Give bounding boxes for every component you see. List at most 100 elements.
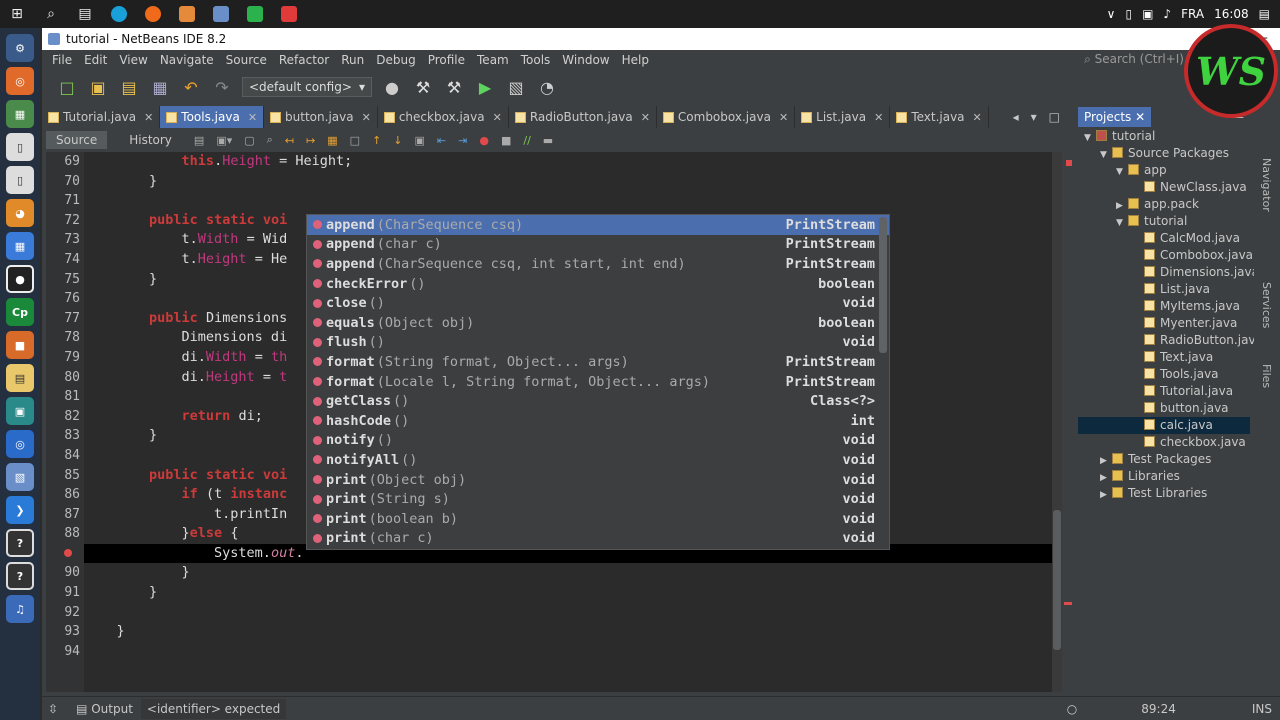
new-project-icon[interactable]: ▣ <box>87 76 109 98</box>
tree-item[interactable]: Combobox.java <box>1078 247 1253 264</box>
error-stripe-marker[interactable] <box>1066 160 1072 166</box>
stop-macro-icon[interactable]: ■ <box>501 134 511 147</box>
clock[interactable]: 16:08 <box>1214 7 1249 21</box>
debug-icon[interactable]: ▧ <box>505 76 527 98</box>
completion-item[interactable]: checkError() boolean <box>307 274 889 294</box>
tab-button[interactable]: button.java ✕ <box>264 106 378 128</box>
find-next-icon[interactable]: ↦ <box>306 134 315 147</box>
completion-item[interactable]: print (char c) void <box>307 529 889 549</box>
close-icon[interactable]: ✕ <box>144 111 153 124</box>
comment-icon[interactable]: // <box>523 134 530 147</box>
tree-item[interactable]: checkbox.java <box>1078 434 1250 451</box>
find-previous-icon[interactable]: ↤ <box>285 134 294 147</box>
completion-item[interactable]: hashCode() int <box>307 411 889 431</box>
code-line[interactable]: } <box>84 583 1052 603</box>
close-icon[interactable]: ✕ <box>641 111 650 124</box>
code-line[interactable]: this.Height = Height; <box>84 152 1052 172</box>
undo-icon[interactable]: ↶ <box>180 76 202 98</box>
app-icon[interactable]: ◕ <box>6 199 34 227</box>
folder-icon[interactable]: ▤ <box>6 364 34 392</box>
tab-tutorial[interactable]: Tutorial.java ✕ <box>42 106 161 128</box>
code-line[interactable]: } <box>84 172 1052 192</box>
menu-team[interactable]: Team <box>471 53 515 67</box>
menu-window[interactable]: Window <box>556 53 615 67</box>
output-window-button[interactable]: ▤ Output <box>76 702 133 716</box>
source-view-button[interactable]: Source <box>46 131 108 149</box>
code-line[interactable] <box>84 191 1052 211</box>
code-line[interactable] <box>84 642 1052 662</box>
app-icon[interactable]: ■ <box>6 331 34 359</box>
camtasia-icon[interactable] <box>238 0 272 28</box>
find-icon[interactable]: ⌕ <box>267 133 273 147</box>
completion-item[interactable]: format (String format, Object... args) Pri… <box>307 352 889 372</box>
tab-radiobutton[interactable]: RadioButton.java ✕ <box>509 106 657 128</box>
completion-item[interactable]: print (Object obj) void <box>307 470 889 490</box>
close-icon[interactable]: ✕ <box>362 111 371 124</box>
search-icon[interactable]: ⌕ <box>34 0 68 28</box>
tree-item[interactable]: ▼ tutorial <box>1078 128 1250 145</box>
code-line[interactable] <box>84 603 1052 623</box>
menu-view[interactable]: View <box>113 53 153 67</box>
projects-tab[interactable]: Projects ✕ <box>1078 107 1152 127</box>
menu-navigate[interactable]: Navigate <box>154 53 220 67</box>
back-icon[interactable]: ▣▾ <box>216 134 232 147</box>
ubuntu-icon[interactable]: ◎ <box>6 67 34 95</box>
completion-item[interactable]: print (String s) void <box>307 489 889 509</box>
toggle-bookmark-icon[interactable]: ▣ <box>415 134 425 147</box>
menu-refactor[interactable]: Refactor <box>273 53 335 67</box>
maximize-editor-icon[interactable]: □ <box>1043 106 1066 128</box>
shift-left-icon[interactable]: ⇤ <box>437 134 446 147</box>
completion-item[interactable]: print (boolean b) void <box>307 509 889 529</box>
tree-item[interactable]: List.java <box>1078 281 1250 298</box>
error-stripe-marker[interactable] <box>1064 602 1072 605</box>
config-select[interactable]: <default config> ▾ <box>242 77 372 97</box>
tree-item[interactable]: Tools.java <box>1078 366 1250 383</box>
redo-icon[interactable]: ↷ <box>211 76 233 98</box>
close-icon[interactable]: ✕ <box>874 111 883 124</box>
tab-list-dropdown-icon[interactable]: ▾ <box>1025 106 1043 128</box>
menu-tools[interactable]: Tools <box>515 53 557 67</box>
open-project-icon[interactable]: ▤ <box>118 76 140 98</box>
completion-item[interactable]: append (char c) PrintStream <box>307 235 889 255</box>
notifications-toggle-icon[interactable]: ⇳ <box>48 702 58 716</box>
shift-right-icon[interactable]: ⇥ <box>458 134 467 147</box>
completion-item[interactable]: notifyAll() void <box>307 450 889 470</box>
tree-item[interactable]: CalcMod.java <box>1078 230 1250 247</box>
code-line[interactable]: } <box>84 563 1052 583</box>
code-line[interactable]: } <box>84 622 1052 642</box>
tree-item[interactable]: ▶ app.pack <box>1078 196 1250 213</box>
editor-vertical-scrollbar[interactable] <box>1052 152 1062 692</box>
tree-item[interactable]: Myenter.java <box>1078 315 1250 332</box>
recorder-icon[interactable] <box>272 0 306 28</box>
menu-debug[interactable]: Debug <box>370 53 421 67</box>
expand-arrow-icon[interactable]: ▶ <box>1100 487 1112 504</box>
netbeans-taskbar-icon[interactable] <box>204 0 238 28</box>
tree-item[interactable]: ▶ Test Packages <box>1078 451 1250 468</box>
firefox-icon[interactable] <box>136 0 170 28</box>
search-field[interactable]: ⌕ Search (Ctrl+I) <box>1084 52 1184 67</box>
menu-run[interactable]: Run <box>335 53 370 67</box>
completion-item[interactable]: append (CharSequence csq) PrintStream <box>307 215 889 235</box>
captivate-icon[interactable]: Cp <box>6 298 34 326</box>
help-icon[interactable]: ? <box>6 562 34 590</box>
app-icon[interactable]: ▦ <box>6 100 34 128</box>
tree-item[interactable]: Dimensions.java <box>1078 264 1259 281</box>
document-icon[interactable]: ▯ <box>6 166 34 194</box>
microphone-icon[interactable]: ▯ <box>1125 7 1132 21</box>
windows-start-icon[interactable]: ⊞ <box>0 0 34 28</box>
uncomment-icon[interactable]: ▬ <box>543 134 553 147</box>
completion-item[interactable]: flush() void <box>307 333 889 353</box>
clean-build-icon[interactable]: ⚒ <box>443 76 465 98</box>
completion-item[interactable]: getClass() Class<?> <box>307 391 889 411</box>
menu-file[interactable]: File <box>46 53 78 67</box>
close-icon[interactable]: ✕ <box>779 111 788 124</box>
close-icon[interactable]: ✕ <box>248 111 257 124</box>
task-view-icon[interactable]: ▤ <box>68 0 102 28</box>
start-macro-icon[interactable]: ● <box>479 134 489 147</box>
completion-item[interactable]: equals (Object obj) boolean <box>307 313 889 333</box>
previous-bookmark-icon[interactable]: ↑ <box>372 134 381 147</box>
tree-item[interactable]: MyItems.java <box>1078 298 1250 315</box>
close-icon[interactable]: ✕ <box>973 111 982 124</box>
vscode-icon[interactable]: ❯ <box>6 496 34 524</box>
network-icon[interactable]: ▣ <box>1142 7 1153 21</box>
